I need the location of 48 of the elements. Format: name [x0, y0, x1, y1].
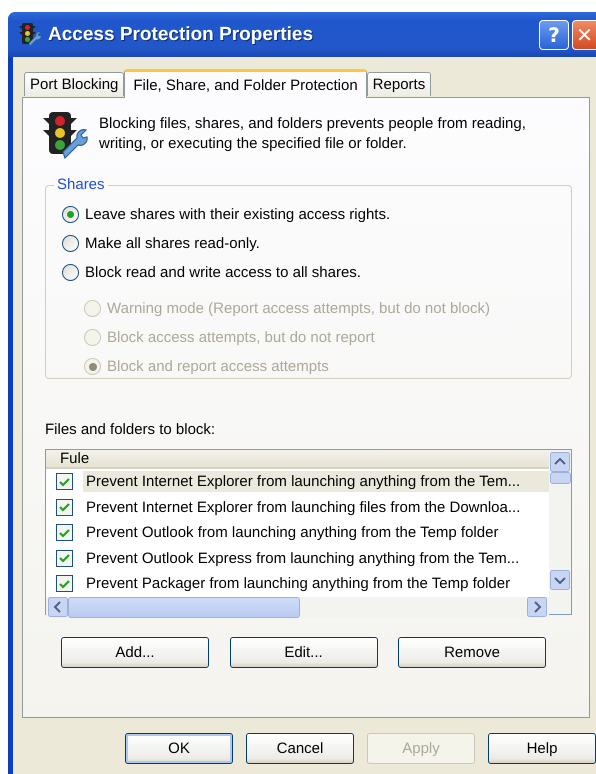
radio-button[interactable]	[62, 206, 79, 223]
scroll-down-icon	[550, 570, 570, 590]
checkbox[interactable]	[56, 575, 73, 592]
column-header[interactable]: Fule	[46, 450, 90, 467]
radio-label: Make all shares read-only.	[85, 235, 260, 252]
horizontal-scrollbar[interactable]	[46, 596, 549, 618]
radio-button[interactable]	[62, 264, 79, 281]
list-item[interactable]: Prevent Packager from launching anything from the Temp folder	[83, 573, 549, 594]
radio-label: Block read and write access to all shares.	[85, 264, 361, 281]
checkmark-icon	[58, 526, 71, 539]
radio-label: Leave shares with their existing access rights.	[85, 206, 390, 223]
checkmark-icon	[58, 578, 71, 590]
description-text: Blocking files, shares, and folders prevents people from reading, writing, or executing the specified file or folder.	[99, 114, 527, 154]
window-title: Access Protection Properties	[48, 24, 314, 46]
list-button[interactable]: Remove	[398, 637, 546, 668]
traffic-light-icon	[18, 22, 42, 48]
tab[interactable]: Reports	[366, 72, 432, 96]
radio-label: Warning mode (Report access attempts, but do not block)	[107, 300, 490, 317]
list-label: Files and folders to block:	[45, 421, 216, 438]
checkmark-icon	[58, 476, 71, 488]
vertical-scrollbar[interactable]	[549, 450, 571, 614]
scroll-right-icon	[527, 597, 547, 617]
traffic-light-icon	[41, 110, 89, 160]
checkbox[interactable]	[56, 550, 73, 567]
dialog-button[interactable]: Help	[488, 733, 596, 764]
list-item[interactable]: Prevent Internet Explorer from launching files from the Downloa...	[83, 496, 549, 518]
help-button[interactable]: ?	[539, 20, 569, 50]
radio-button[interactable]	[62, 235, 79, 252]
list-item[interactable]: Prevent Outlook Express from launching anything from the Tem...	[83, 548, 549, 569]
checkmark-icon	[58, 552, 71, 564]
radio-label: Block and report access attempts	[107, 358, 329, 375]
dialog-button[interactable]: OK	[125, 733, 233, 764]
list-item[interactable]: Prevent Outlook from launching anything from the Temp folder	[83, 522, 549, 544]
checkbox[interactable]	[56, 524, 73, 542]
tab[interactable]: File, Share, and Folder Protection	[124, 69, 367, 98]
list-button[interactable]: Edit...	[230, 637, 378, 668]
scroll-up-icon	[550, 452, 570, 472]
radio-label: Block access attempts, but do not report	[107, 329, 375, 346]
list-button[interactable]: Add...	[61, 637, 209, 668]
list-item[interactable]: Prevent Internet Explorer from launching anything from the Tem...	[83, 471, 549, 492]
checkbox[interactable]	[56, 498, 73, 516]
scroll-thumb[interactable]	[68, 596, 300, 618]
scroll-thumb[interactable]	[550, 472, 570, 484]
tab[interactable]: Port Blocking	[24, 72, 124, 96]
checkbox[interactable]	[56, 473, 73, 490]
checkmark-icon	[58, 501, 71, 514]
dialog-button[interactable]: Cancel	[246, 733, 354, 764]
scroll-left-icon	[48, 597, 68, 617]
